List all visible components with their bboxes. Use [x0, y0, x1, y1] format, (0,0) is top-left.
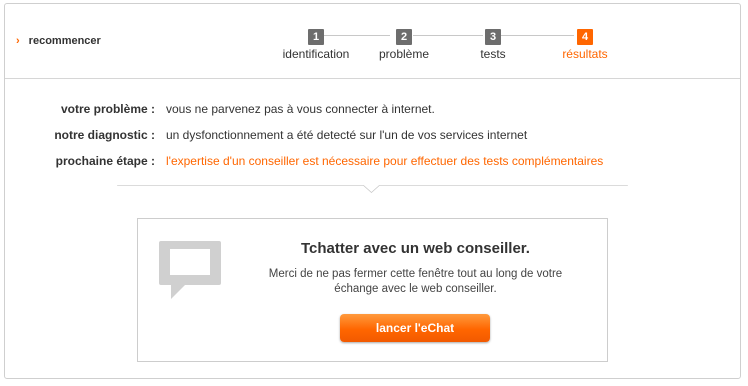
next-step-label: prochaine étape : — [55, 154, 155, 168]
problem-label: votre problème : — [60, 102, 155, 116]
step-label: résultats — [562, 47, 608, 61]
step-4: 4 résultats — [557, 27, 613, 61]
chat-box: Tchatter avec un web conseiller. Merci d… — [137, 218, 608, 362]
next-step-value: l'expertise d'un conseiller est nécessai… — [166, 154, 604, 168]
chat-title: Tchatter avec un web conseiller. — [301, 240, 530, 257]
step-number: 3 — [485, 29, 501, 45]
launch-echat-button[interactable]: lancer l'eChat — [340, 314, 490, 342]
diagnostic-label: notre diagnostic : — [54, 128, 155, 142]
step-number: 4 — [577, 29, 593, 45]
problem-value: vous ne parvenez pas à vous connecter à … — [166, 102, 435, 116]
step-number: 1 — [308, 29, 324, 45]
step-number: 2 — [396, 29, 412, 45]
chat-bubble-icon — [157, 239, 223, 305]
restart-label: recommencer — [28, 35, 101, 47]
step-label: identification — [282, 47, 350, 61]
step-label: tests — [480, 47, 506, 61]
section-divider — [117, 185, 628, 194]
diagnostic-value: un dysfonctionnement a été detecté sur l… — [166, 128, 528, 142]
step-3: 3 tests — [470, 27, 516, 61]
chat-description: Merci de ne pas fermer cette fenêtre tou… — [268, 268, 563, 295]
diagnostic-panel: › recommencer 1 identification 2 problèm… — [4, 3, 741, 379]
chevron-right-icon: › — [16, 35, 20, 47]
step-1: 1 identification — [281, 27, 351, 61]
step-2: 2 problème — [374, 27, 434, 61]
restart-link[interactable]: › recommencer — [16, 35, 101, 47]
step-label: problème — [378, 47, 430, 61]
wizard-header: › recommencer 1 identification 2 problèm… — [5, 4, 740, 79]
